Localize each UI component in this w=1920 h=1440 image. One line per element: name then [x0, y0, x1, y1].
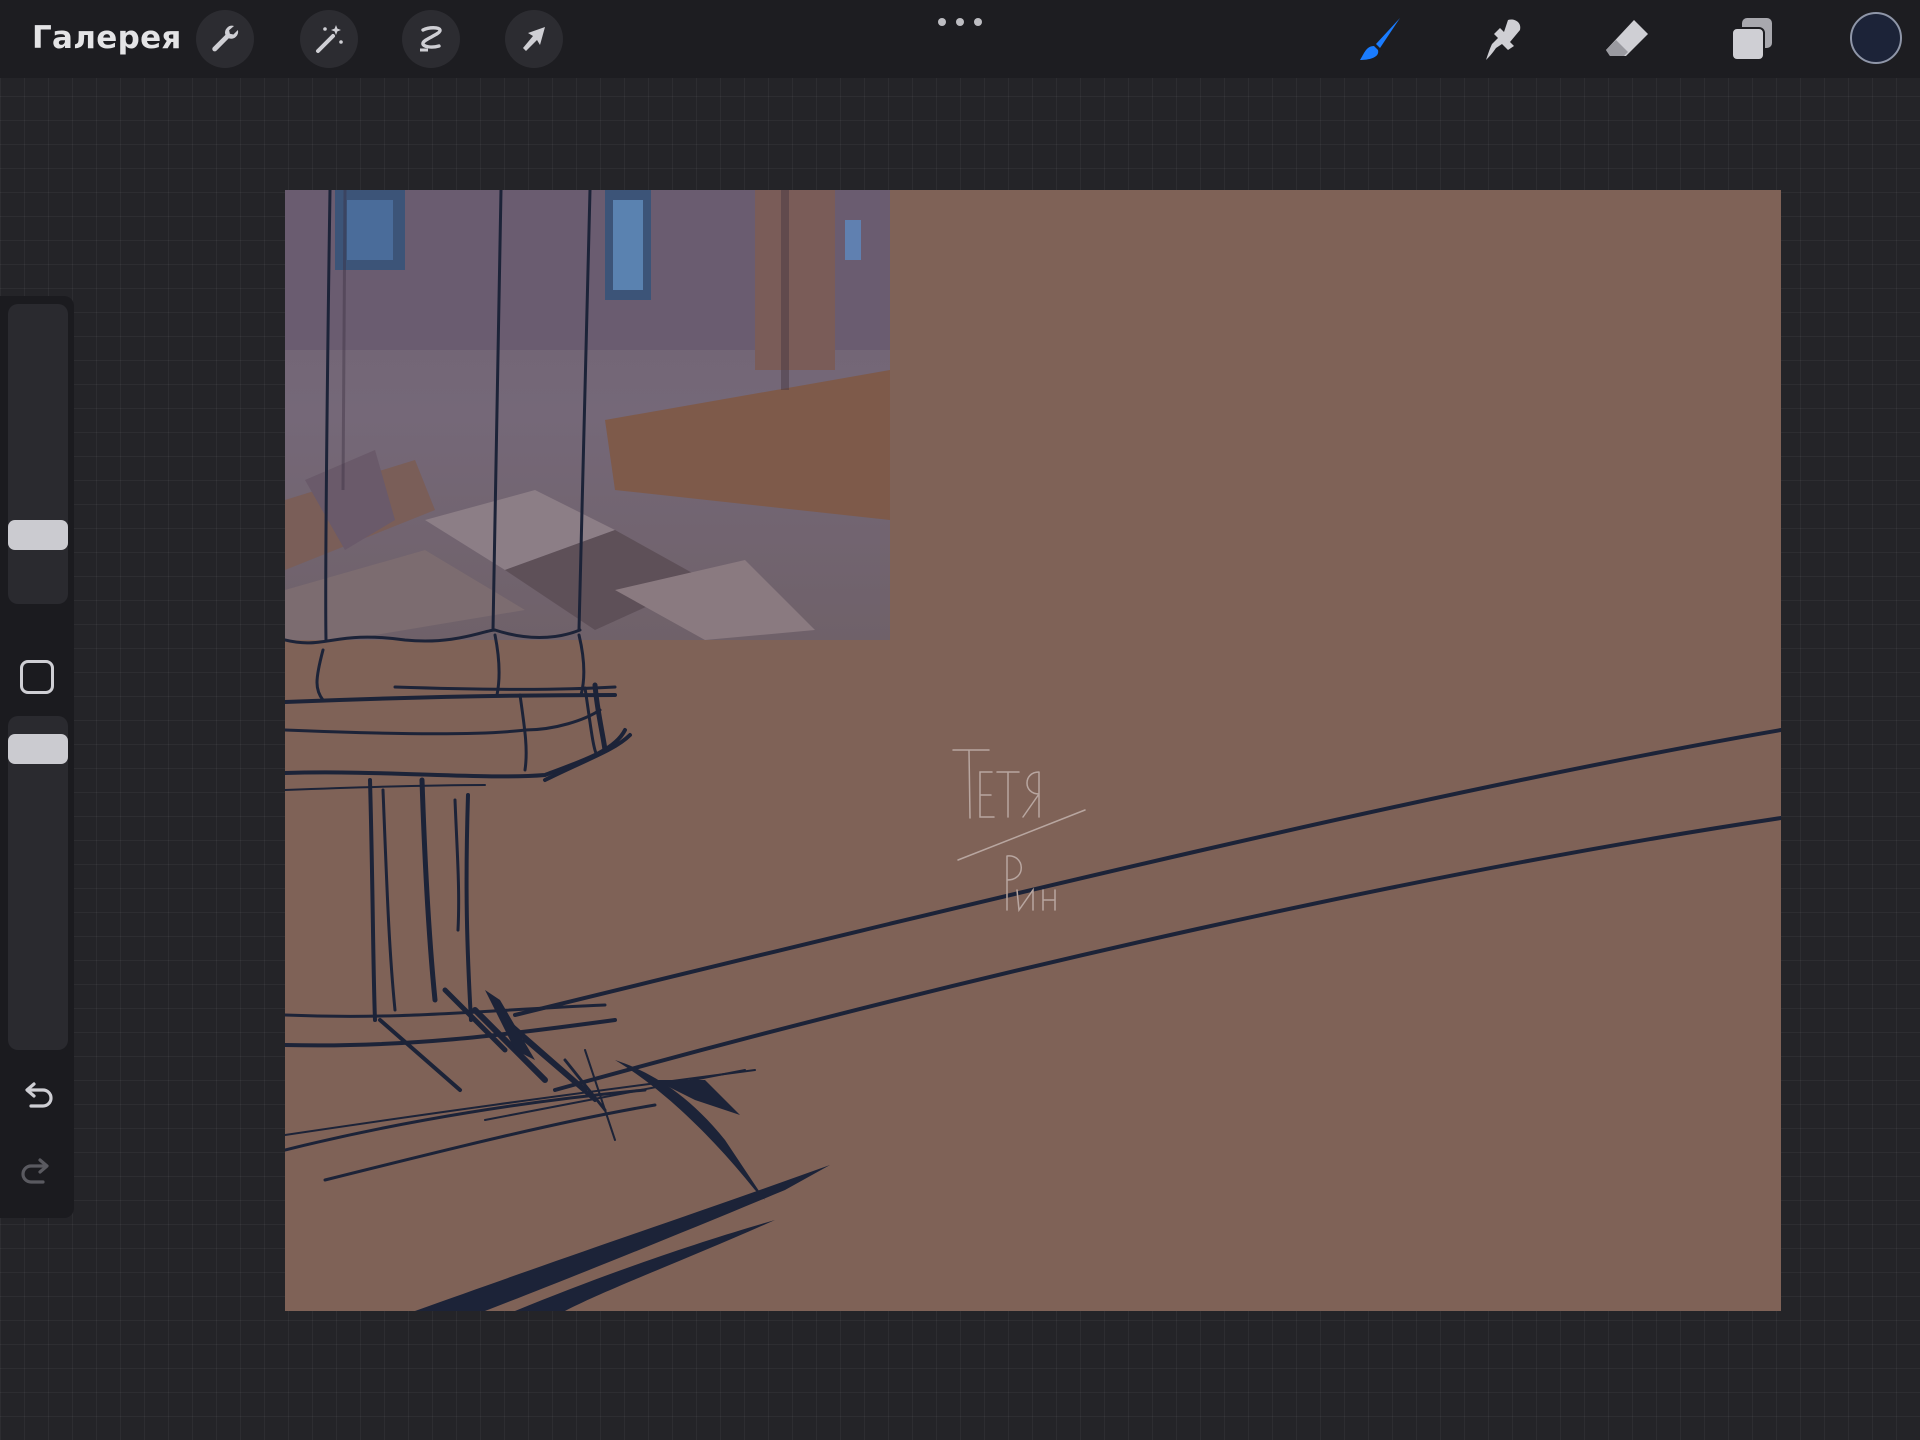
undo-button[interactable] — [17, 1076, 57, 1116]
brush-size-slider[interactable] — [8, 304, 68, 604]
top-toolbar: Галерея — [0, 0, 1920, 78]
smudge-icon — [1486, 19, 1521, 60]
magic-wand-icon — [316, 25, 343, 53]
layers-icon — [1731, 18, 1772, 61]
ellipsis-icon — [938, 18, 946, 26]
smudge-tool-button[interactable] — [1474, 10, 1534, 70]
eraser-tool-button[interactable] — [1598, 10, 1658, 70]
handwritten-signature — [952, 749, 1086, 913]
eraser-icon — [1606, 20, 1648, 56]
selection-icon — [420, 26, 442, 52]
actions-button[interactable] — [196, 10, 254, 68]
opacity-thumb[interactable] — [8, 734, 68, 764]
adjustments-button[interactable] — [300, 10, 358, 68]
opacity-slider[interactable] — [8, 716, 68, 1050]
brush-size-thumb[interactable] — [8, 520, 68, 550]
left-sidebar — [0, 296, 74, 1218]
layers-button[interactable] — [1722, 10, 1782, 70]
wrench-icon — [212, 25, 239, 52]
canvas-artwork — [285, 190, 1781, 1311]
redo-icon — [21, 1158, 49, 1184]
redo-button[interactable] — [17, 1152, 57, 1192]
transform-button[interactable] — [505, 10, 563, 68]
brush-tool-button[interactable] — [1350, 10, 1410, 70]
undo-icon — [25, 1082, 53, 1108]
selection-button[interactable] — [402, 10, 460, 68]
brush-icon — [1360, 18, 1400, 60]
transform-arrow-icon — [523, 27, 545, 51]
gallery-button[interactable]: Галерея — [32, 20, 182, 56]
modify-button[interactable] — [20, 660, 54, 694]
more-menu-button[interactable] — [938, 14, 982, 30]
color-picker-button[interactable] — [1850, 12, 1902, 64]
drawing-canvas[interactable] — [285, 190, 1781, 1311]
